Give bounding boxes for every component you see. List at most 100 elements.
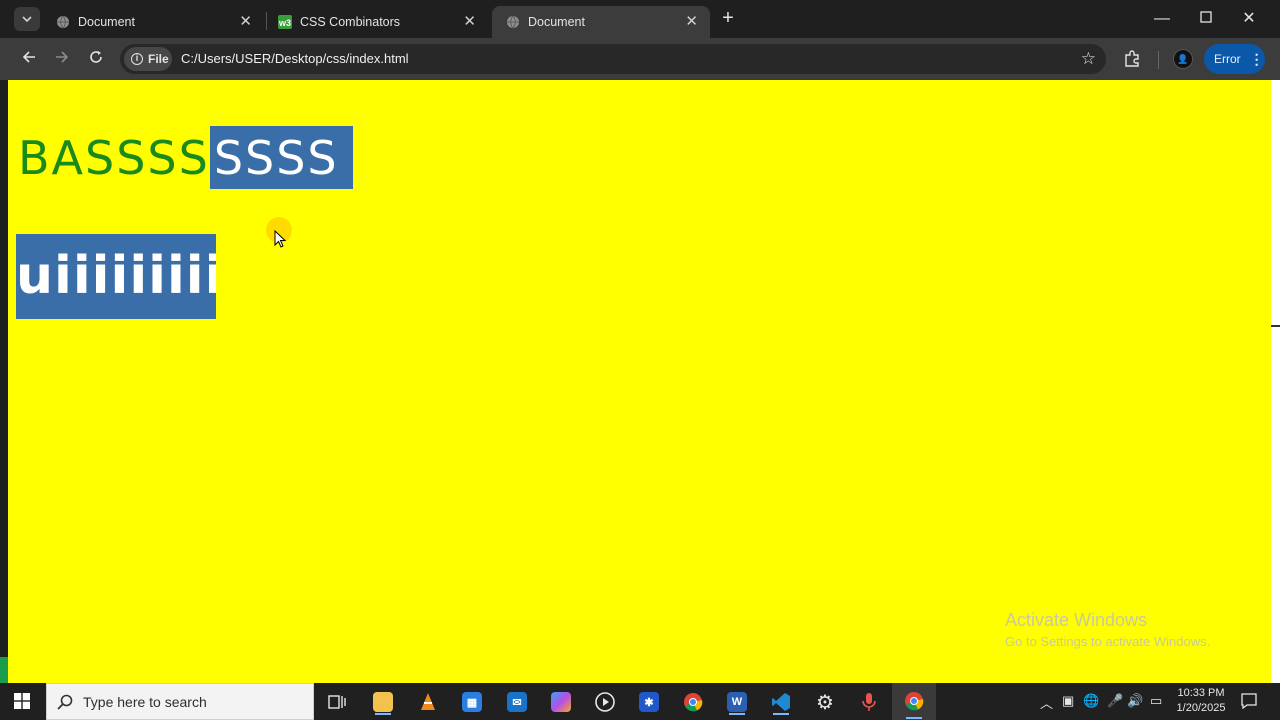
meet-now-icon[interactable]: ▣ bbox=[1062, 693, 1074, 709]
more-options-icon: ⋮ bbox=[1249, 50, 1264, 67]
recorder-button[interactable] bbox=[854, 688, 884, 716]
network-globe-icon[interactable]: 🌐 bbox=[1083, 693, 1099, 709]
show-hidden-icons-chevron-icon[interactable]: ︿ bbox=[1040, 693, 1053, 712]
copilot-button[interactable] bbox=[546, 688, 576, 716]
heading-unselected-text: BASSSS bbox=[18, 130, 210, 185]
vlc-cone-icon bbox=[421, 693, 435, 710]
task-view-icon bbox=[328, 695, 346, 709]
running-indicator bbox=[906, 717, 922, 719]
tab-title: CSS Combinators bbox=[300, 15, 401, 29]
forward-button[interactable] bbox=[50, 47, 74, 71]
watermark-subtitle: Go to Settings to activate Windows. bbox=[1005, 634, 1211, 649]
vlc-button[interactable] bbox=[413, 688, 443, 716]
error-button[interactable]: Error ⋮ bbox=[1204, 44, 1265, 74]
tab-title: Document bbox=[78, 15, 135, 29]
running-indicator bbox=[729, 713, 745, 715]
close-window-button[interactable]: ✕ bbox=[1229, 6, 1269, 32]
file-explorer-button[interactable] bbox=[368, 688, 398, 716]
site-info-chip[interactable]: i File bbox=[124, 47, 172, 71]
microsoft-store-button[interactable]: ▦ bbox=[457, 688, 487, 716]
close-tab-icon[interactable]: ✕ bbox=[239, 12, 252, 30]
extensions-button[interactable] bbox=[1122, 49, 1142, 69]
bookmark-star-icon[interactable]: ☆ bbox=[1081, 49, 1096, 69]
tab-search-button[interactable] bbox=[14, 7, 40, 31]
microphone-icon bbox=[862, 693, 876, 711]
profile-avatar[interactable]: 👤 bbox=[1173, 49, 1193, 69]
maximize-icon bbox=[1200, 11, 1212, 23]
page-heading: BASSSS SSSS bbox=[18, 126, 353, 189]
windows-taskbar: Type here to search ▦ ✉ ✱ W ⚙ ︿ ▣ 🌐 🎤 🔊 … bbox=[0, 683, 1280, 720]
w3schools-icon: w3 bbox=[278, 15, 292, 29]
back-button[interactable] bbox=[17, 47, 41, 71]
microphone-tray-icon[interactable]: 🎤 bbox=[1107, 693, 1123, 709]
close-tab-icon[interactable]: ✕ bbox=[463, 12, 476, 30]
toolbar-divider bbox=[1158, 51, 1159, 69]
taskbar-search-box[interactable]: Type here to search bbox=[46, 683, 314, 720]
gear-icon: ⚙ bbox=[816, 691, 834, 714]
vscode-icon bbox=[772, 693, 790, 711]
taskbar-clock[interactable]: 10:33 PM 1/20/2025 bbox=[1160, 686, 1242, 716]
search-icon bbox=[57, 694, 73, 710]
minimize-button[interactable]: — bbox=[1142, 6, 1182, 32]
scrollbar[interactable] bbox=[1271, 80, 1280, 683]
svg-text:w3: w3 bbox=[278, 18, 291, 28]
tab-document-1[interactable]: Document ✕ bbox=[42, 6, 264, 38]
word-icon: W bbox=[727, 692, 747, 712]
site-info-label: File bbox=[148, 52, 169, 66]
copilot-icon bbox=[551, 692, 571, 712]
running-indicator bbox=[375, 713, 391, 715]
maximize-button[interactable] bbox=[1186, 6, 1226, 32]
chrome-active-window[interactable] bbox=[892, 683, 936, 720]
mail-icon: ✉ bbox=[507, 692, 527, 712]
asterisk-app-icon: ✱ bbox=[639, 692, 659, 712]
chrome-icon bbox=[684, 693, 703, 712]
search-placeholder: Type here to search bbox=[83, 693, 207, 710]
mail-button[interactable]: ✉ bbox=[502, 688, 532, 716]
new-tab-button[interactable]: + bbox=[718, 8, 738, 30]
watermark-title: Activate Windows bbox=[1005, 610, 1148, 630]
reload-icon bbox=[90, 51, 102, 63]
info-icon: i bbox=[131, 53, 143, 65]
arrow-left-icon bbox=[22, 51, 35, 63]
mouse-pointer-icon bbox=[274, 230, 286, 248]
running-indicator bbox=[773, 713, 789, 715]
volume-icon[interactable]: 🔊 bbox=[1127, 693, 1143, 709]
chevron-down-icon bbox=[22, 16, 32, 22]
play-circle-icon bbox=[595, 692, 615, 712]
browser-toolbar: i File C:/Users/USER/Desktop/css/index.h… bbox=[0, 38, 1280, 80]
folder-icon bbox=[373, 692, 393, 712]
store-bag-icon: ▦ bbox=[462, 692, 482, 712]
left-accent-strip bbox=[0, 657, 8, 683]
heading-selected-text: SSSS bbox=[209, 126, 353, 189]
scroll-marker bbox=[1271, 325, 1280, 327]
clock-date: 1/20/2025 bbox=[1176, 702, 1226, 714]
url-text[interactable]: C:/Users/USER/Desktop/css/index.html bbox=[181, 51, 409, 66]
media-player-button[interactable] bbox=[590, 688, 620, 716]
window-left-edge bbox=[0, 80, 8, 683]
chrome-profile-icon bbox=[905, 692, 924, 711]
address-bar[interactable]: i File C:/Users/USER/Desktop/css/index.h… bbox=[120, 44, 1106, 74]
clock-time: 10:33 PM bbox=[1177, 687, 1225, 699]
chrome-button[interactable] bbox=[678, 688, 708, 716]
word-button[interactable]: W bbox=[722, 688, 752, 716]
windows-start-icon[interactable] bbox=[14, 693, 30, 709]
tab-css-combinators[interactable]: w3 CSS Combinators ✕ bbox=[264, 6, 488, 38]
vscode-button[interactable] bbox=[766, 688, 796, 716]
reload-button[interactable] bbox=[84, 47, 108, 71]
tab-document-active[interactable]: Document ✕ bbox=[492, 6, 710, 38]
tab-title: Document bbox=[528, 15, 585, 29]
globe-icon bbox=[56, 15, 70, 29]
close-tab-icon[interactable]: ✕ bbox=[685, 12, 698, 30]
error-label: Error bbox=[1214, 52, 1241, 66]
tab-strip: Document ✕ w3 CSS Combinators ✕ Document… bbox=[0, 0, 1280, 38]
task-view-button[interactable] bbox=[322, 688, 352, 716]
notification-icon[interactable] bbox=[1240, 692, 1258, 710]
puzzle-icon bbox=[1125, 50, 1139, 67]
app-button[interactable]: ✱ bbox=[634, 688, 664, 716]
settings-button[interactable]: ⚙ bbox=[810, 688, 840, 716]
activate-windows-watermark: Activate Windows Go to Settings to activ… bbox=[1005, 610, 1210, 649]
paragraph-selected-text: uiiiiiiiiii bbox=[16, 234, 216, 319]
page-viewport: BASSSSSSSS uiiiiiiiiii Activate Windows … bbox=[8, 80, 1271, 683]
globe-icon bbox=[506, 15, 520, 29]
arrow-right-icon bbox=[56, 51, 69, 63]
